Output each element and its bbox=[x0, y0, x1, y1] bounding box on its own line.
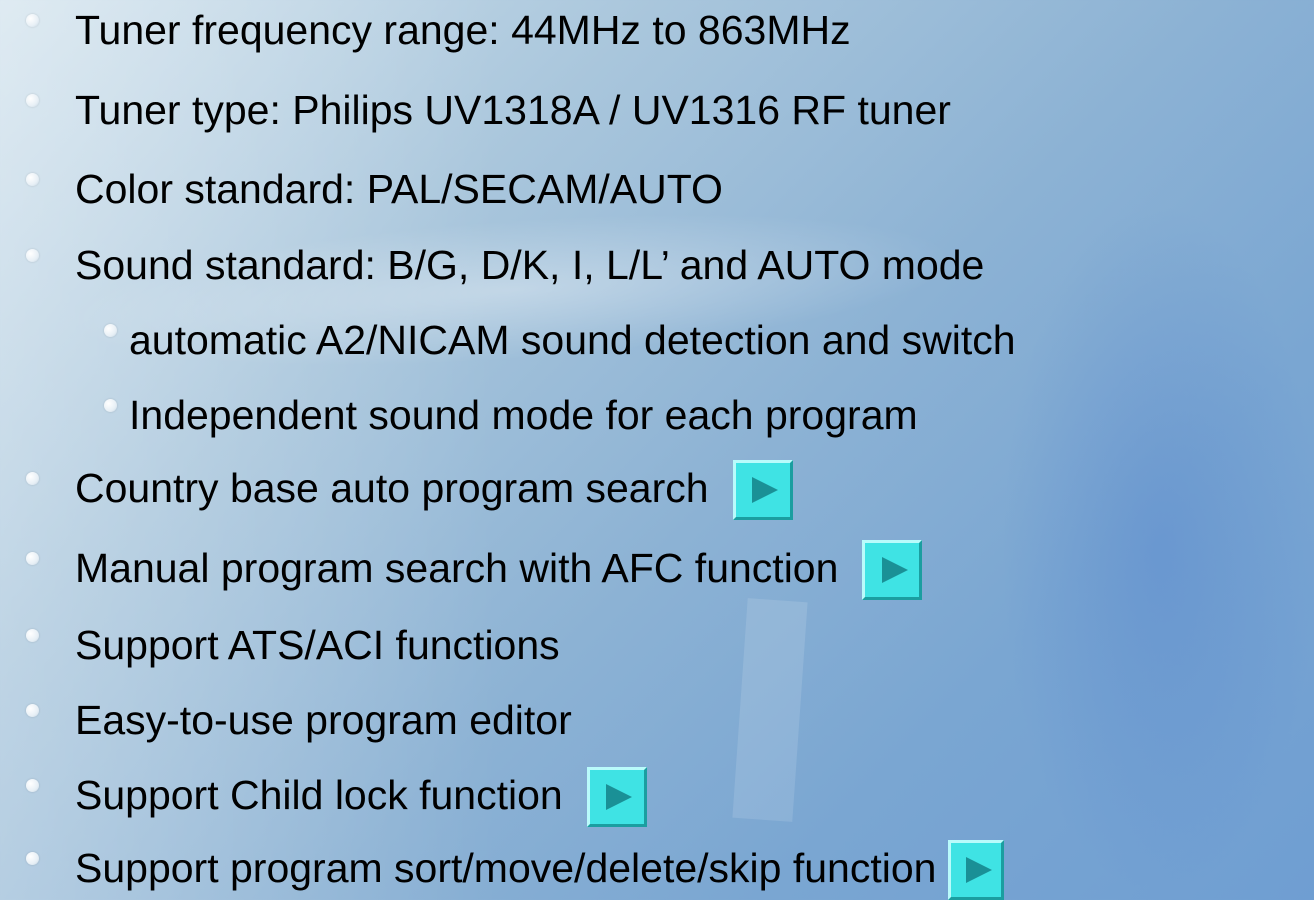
list-item-text: Support Child lock function bbox=[75, 771, 563, 818]
list-item-text: Independent sound mode for each program bbox=[129, 391, 918, 438]
list-item-text: Easy-to-use program editor bbox=[75, 696, 572, 743]
list-subitem-independent-sound: Independent sound mode for each program bbox=[104, 385, 918, 445]
list-item-text: Manual program search with AFC function bbox=[75, 544, 839, 591]
list-item-color-standard: Color standard: PAL/SECAM/AUTO bbox=[26, 159, 723, 219]
list-item-text: Color standard: PAL/SECAM/AUTO bbox=[75, 165, 723, 212]
list-item-text: Tuner type: Philips UV1318A / UV1316 RF … bbox=[75, 86, 951, 133]
play-child-lock-button[interactable] bbox=[586, 767, 647, 827]
list-item-auto-program-search: Country base auto program search bbox=[26, 458, 793, 520]
bullet-icon bbox=[26, 248, 39, 262]
list-item-manual-program-search: Manual program search with AFC function bbox=[26, 538, 923, 600]
bullet-icon bbox=[26, 93, 39, 107]
bullet-icon bbox=[26, 703, 39, 717]
list-item-text: Support program sort/move/delete/skip fu… bbox=[75, 844, 937, 891]
bullet-icon bbox=[26, 778, 39, 792]
bullet-icon bbox=[26, 172, 39, 186]
bullet-icon bbox=[26, 471, 39, 485]
list-item-text: Country base auto program search bbox=[75, 464, 709, 511]
bullet-icon bbox=[104, 323, 117, 337]
bullet-icon bbox=[104, 398, 117, 412]
list-item-program-editor: Easy-to-use program editor bbox=[26, 690, 572, 750]
list-item-text: automatic A2/NICAM sound detection and s… bbox=[129, 316, 1016, 363]
play-auto-search-button[interactable] bbox=[732, 460, 793, 520]
list-subitem-auto-detection: automatic A2/NICAM sound detection and s… bbox=[104, 310, 1016, 370]
play-manual-search-button[interactable] bbox=[862, 540, 923, 600]
list-item-program-sort: Support program sort/move/delete/skip fu… bbox=[26, 838, 1005, 900]
bullet-icon bbox=[26, 551, 39, 565]
list-item-tuner-frequency: Tuner frequency range: 44MHz to 863MHz bbox=[26, 0, 851, 60]
list-item-tuner-type: Tuner type: Philips UV1318A / UV1316 RF … bbox=[26, 80, 951, 140]
play-icon bbox=[752, 477, 779, 503]
list-item-text: Sound standard: B/G, D/K, I, L/L’ and AU… bbox=[75, 241, 985, 288]
play-program-sort-button[interactable] bbox=[948, 840, 1005, 900]
bullet-icon bbox=[26, 628, 39, 642]
list-item-sound-standard: Sound standard: B/G, D/K, I, L/L’ and AU… bbox=[26, 235, 984, 295]
list-item-ats-aci: Support ATS/ACI functions bbox=[26, 615, 560, 675]
play-icon bbox=[606, 784, 633, 810]
play-icon bbox=[881, 557, 908, 583]
bullet-icon bbox=[26, 13, 39, 27]
play-icon bbox=[965, 857, 992, 883]
list-item-text: Support ATS/ACI functions bbox=[75, 621, 560, 668]
list-item-text: Tuner frequency range: 44MHz to 863MHz bbox=[75, 6, 851, 53]
list-item-child-lock: Support Child lock function bbox=[26, 765, 647, 827]
bullet-icon bbox=[26, 851, 39, 865]
